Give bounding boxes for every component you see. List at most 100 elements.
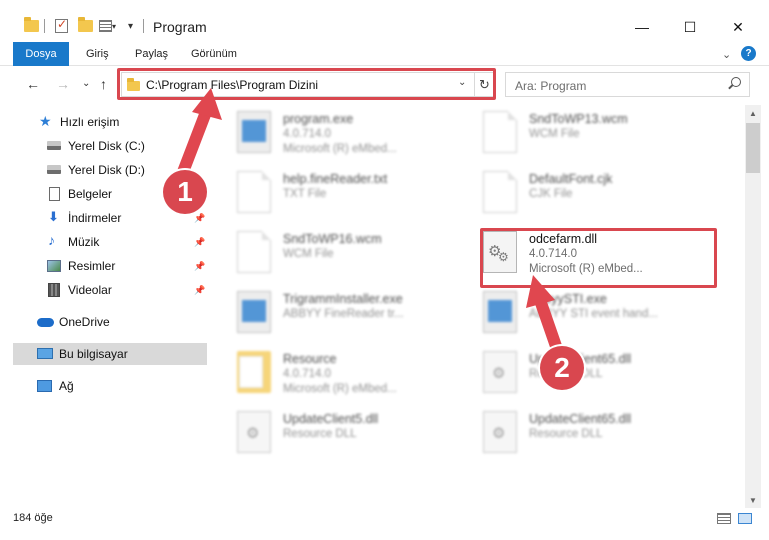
tab-file[interactable]: Dosya	[13, 42, 69, 66]
scroll-thumb[interactable]	[746, 123, 760, 173]
status-bar: 184 öğe	[0, 508, 769, 530]
file-type: Resource DLL	[283, 428, 357, 440]
step-badge-1: 1	[163, 170, 207, 214]
item-count: 184 öğe	[13, 512, 53, 524]
search-box[interactable]: Ara: Program	[505, 72, 750, 97]
gear-file-icon: ⚙	[483, 411, 517, 453]
file-name: AbbyySTI.exe	[529, 292, 607, 306]
scroll-up-icon[interactable]: ▲	[745, 105, 761, 121]
title-bar: ▾ ▾ Program — ☐ ✕	[0, 0, 769, 42]
star-icon: ★	[39, 113, 52, 129]
file-item[interactable]: DefaultFont.cjk CJK File	[483, 169, 718, 225]
properties-icon[interactable]: ▾	[99, 17, 116, 35]
file-icon	[483, 171, 517, 213]
exe-icon	[237, 111, 271, 153]
file-item[interactable]: help.fineReader.txt TXT File	[237, 169, 472, 225]
sidebar-item-this-pc[interactable]: Bu bilgisayar	[13, 343, 207, 365]
search-icon[interactable]	[731, 77, 741, 87]
file-description: Microsoft (R) eMbed...	[283, 143, 397, 155]
sidebar-item-label: Yerel Disk (D:)	[68, 163, 145, 177]
sidebar-item-music[interactable]: ♪ Müzik 📌	[13, 231, 207, 253]
file-type: WCM File	[283, 248, 334, 260]
forward-button[interactable]: →	[56, 76, 70, 92]
file-item[interactable]: program.exe 4.0.714.0 Microsoft (R) eMbe…	[237, 109, 472, 165]
search-placeholder: Ara: Program	[515, 79, 587, 93]
ribbon-tabs: Dosya Giriş Paylaş Görünüm ⌄ ?	[0, 42, 769, 66]
large-icons-view-icon[interactable]	[738, 513, 752, 524]
properties-check-icon[interactable]	[55, 17, 68, 35]
file-highlight-box	[480, 228, 717, 288]
sidebar-item-onedrive[interactable]: OneDrive	[13, 311, 207, 333]
gear-file-icon: ⚙	[237, 411, 271, 453]
file-item[interactable]: ⚙ UpdateClient65.dll Resource DLL	[483, 409, 718, 465]
file-item[interactable]: SndToWP13.wcm WCM File	[483, 109, 718, 165]
sidebar-item-label: Yerel Disk (C:)	[68, 139, 145, 153]
file-item[interactable]: TrigrammInstaller.exe ABBYY FineReader t…	[237, 289, 472, 345]
pin-icon[interactable]: 📌	[194, 237, 205, 248]
sidebar-item-label: Videolar	[68, 283, 112, 297]
close-button[interactable]: ✕	[715, 13, 761, 41]
tab-share[interactable]: Paylaş	[135, 48, 168, 60]
sidebar-item-label: Ağ	[59, 379, 74, 393]
file-type: WCM File	[529, 128, 580, 140]
documents-icon	[49, 187, 60, 201]
sidebar-item-label: Resimler	[68, 259, 116, 273]
file-item[interactable]: ⚙ UpdateClient65.dll Resource DLL	[483, 349, 718, 405]
pin-icon[interactable]: 📌	[194, 261, 205, 272]
exe-icon	[483, 291, 517, 333]
network-icon	[37, 380, 52, 392]
scroll-down-icon[interactable]: ▼	[745, 492, 761, 508]
file-item[interactable]: AbbyySTI.exe ABBYY STI event hand...	[483, 289, 718, 345]
sidebar-item-label: Bu bilgisayar	[59, 347, 128, 361]
sidebar-item-videos[interactable]: Videolar 📌	[13, 279, 207, 301]
details-view-icon[interactable]	[717, 513, 731, 524]
file-list: program.exe 4.0.714.0 Microsoft (R) eMbe…	[210, 105, 743, 505]
up-button[interactable]: ↑	[100, 76, 107, 92]
file-name: SndToWP13.wcm	[529, 112, 628, 126]
new-folder-icon[interactable]	[78, 17, 93, 35]
sidebar-item-network[interactable]: Ağ	[13, 375, 207, 397]
navigation-pane: ★ Hızlı erişim Yerel Disk (C:) Yerel Dis…	[13, 105, 208, 508]
tab-home[interactable]: Giriş	[86, 48, 109, 60]
help-icon[interactable]: ?	[741, 46, 756, 61]
download-icon: ⬇	[48, 209, 59, 224]
pin-icon[interactable]: 📌	[194, 285, 205, 296]
tab-view[interactable]: Görünüm	[191, 48, 237, 60]
file-item[interactable]: Resource 4.0.714.0 Microsoft (R) eMbed..…	[237, 349, 472, 405]
sidebar-item-label: Belgeler	[68, 187, 113, 201]
sidebar-item-quick-access[interactable]: ★ Hızlı erişim	[13, 111, 207, 133]
address-highlight-box	[117, 68, 496, 100]
file-name: Resource	[283, 352, 337, 366]
customize-toolbar-icon[interactable]: ▾	[128, 17, 133, 35]
file-name: SndToWP16.wcm	[283, 232, 382, 246]
back-button[interactable]: ←	[26, 76, 40, 92]
folder-icon	[24, 17, 39, 35]
pin-icon[interactable]: 📌	[194, 213, 205, 224]
vertical-scrollbar[interactable]: ▲ ▼	[745, 105, 761, 508]
file-name: UpdateClient65.dll	[529, 412, 632, 426]
sidebar-item-pictures[interactable]: Resimler 📌	[13, 255, 207, 277]
recent-locations-button[interactable]: ⌄	[82, 78, 90, 89]
file-icon	[237, 171, 271, 213]
file-name: TrigrammInstaller.exe	[283, 292, 403, 306]
sidebar-item-label: OneDrive	[59, 315, 110, 329]
maximize-button[interactable]: ☐	[667, 13, 713, 41]
videos-icon	[48, 283, 60, 297]
sidebar-item-label: Müzik	[68, 235, 100, 249]
ribbon-expand-icon[interactable]: ⌄	[722, 48, 731, 61]
window-title: Program	[153, 19, 207, 35]
file-item[interactable]: SndToWP16.wcm WCM File	[237, 229, 472, 285]
minimize-button[interactable]: —	[619, 13, 665, 41]
file-description: Microsoft (R) eMbed...	[283, 383, 397, 395]
sidebar-item-label: Hızlı erişim	[60, 115, 120, 129]
file-type: CJK File	[529, 188, 573, 200]
navigation-bar: ← → ⌄ ↑ C:\Program Files\Program Dizini …	[0, 67, 769, 103]
file-description: ABBYY FineReader tr...	[283, 308, 404, 320]
sidebar-item-local-disk-c[interactable]: Yerel Disk (C:)	[13, 135, 207, 157]
file-name: program.exe	[283, 112, 354, 126]
file-item[interactable]: ⚙ UpdateClient5.dll Resource DLL	[237, 409, 472, 465]
file-name: help.fineReader.txt	[283, 172, 388, 186]
step-badge-2: 2	[540, 346, 584, 390]
file-icon	[237, 231, 271, 273]
computer-icon	[37, 348, 53, 359]
